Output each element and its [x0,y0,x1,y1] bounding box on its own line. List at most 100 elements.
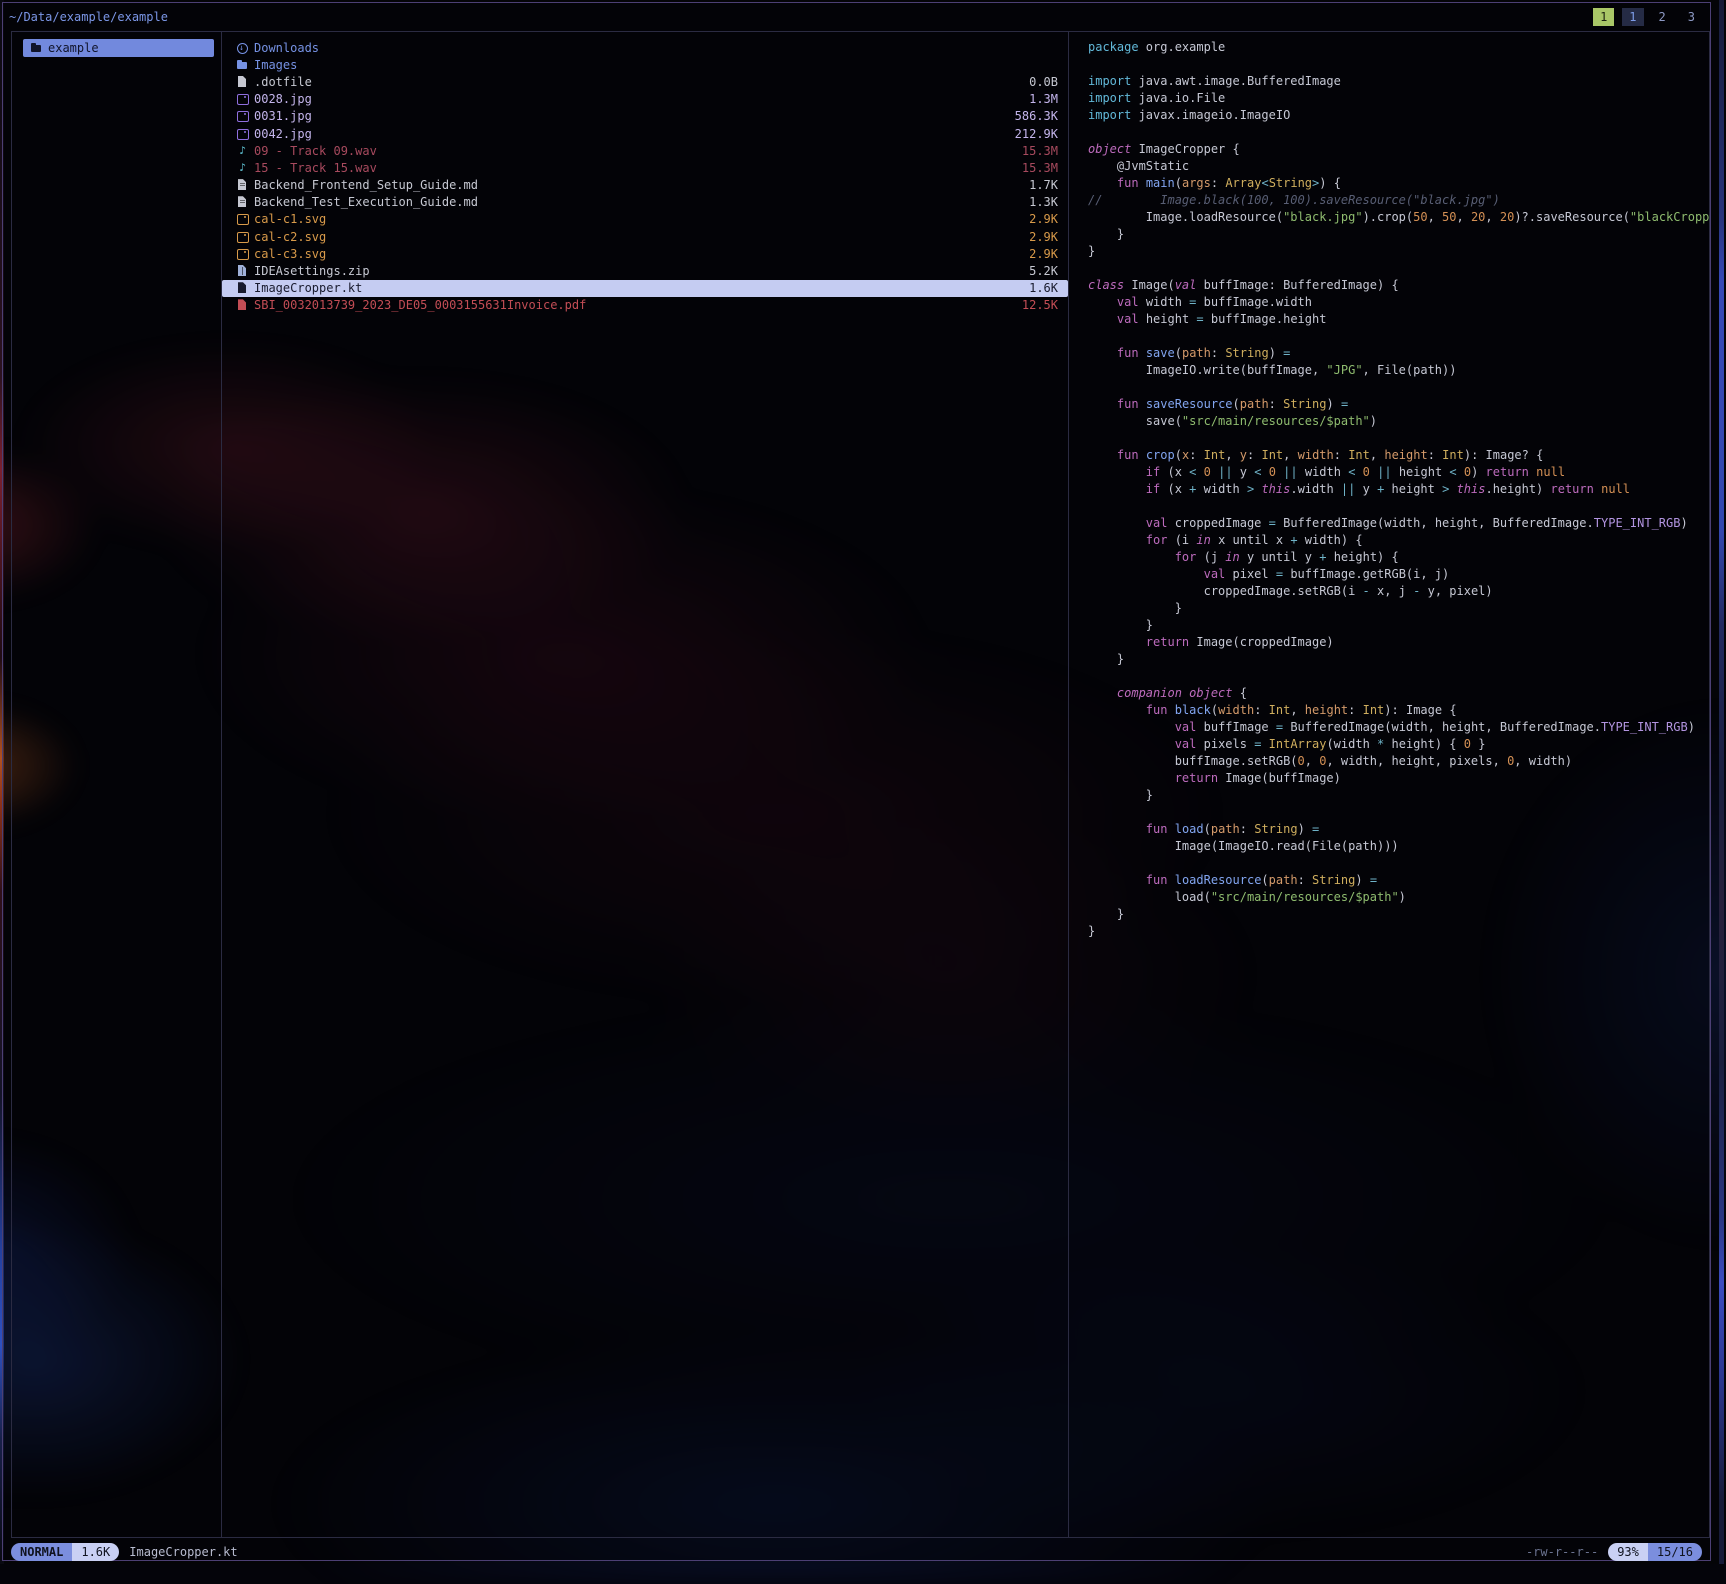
code-line: import java.awt.image.BufferedImage [1069,73,1710,90]
parent-directory-pane: example [13,39,220,57]
markdown-icon [236,196,249,208]
file-name: ImageCropper.kt [254,281,362,295]
file-name: 15 - Track 15.wav [254,161,377,175]
mode-badge: NORMAL [11,1543,72,1561]
code-line: fun load(path: String) = [1069,821,1710,838]
code-line: val width = buffImage.width [1069,294,1710,311]
file-size: 2.9K [1019,247,1058,261]
file-size: 212.9K [1005,127,1058,141]
code-line: return Image(buffImage) [1069,770,1710,787]
code-line: val croppedImage = BufferedImage(width, … [1069,515,1710,532]
status-filename: ImageCropper.kt [129,1545,237,1559]
terminal-window: ~/Data/example/example 1 123 example Dow… [2,2,1711,1561]
file-name: Images [254,58,297,72]
file-row-0028.jpg[interactable]: 0028.jpg1.3M [222,91,1068,108]
code-line: } [1069,226,1710,243]
image-icon [236,93,249,105]
tab-3[interactable]: 3 [1681,8,1702,26]
file-row-cal-c3.svg[interactable]: cal-c3.svg2.9K [222,245,1068,262]
code-line [1069,379,1710,396]
code-line: fun saveResource(path: String) = [1069,396,1710,413]
file-row-Images[interactable]: Images [222,56,1068,73]
code-line: import java.io.File [1069,90,1710,107]
file-size: 586.3K [1005,109,1058,123]
code-line: load("src/main/resources/$path") [1069,889,1710,906]
audio-icon [236,162,249,174]
code-line [1069,124,1710,141]
code-line: fun loadResource(path: String) = [1069,872,1710,889]
code-line: Image(ImageIO.read(File(path))) [1069,838,1710,855]
folder-icon [30,42,43,54]
code-line: fun main(args: Array<String>) { [1069,175,1710,192]
file-size: 2.9K [1019,212,1058,226]
file-row-0031.jpg[interactable]: 0031.jpg 586.3K [222,108,1068,125]
file-row-ImageCropper.kt[interactable]: ImageCropper.kt1.6K [222,280,1068,297]
code-line [1069,804,1710,821]
tasks-count-badge: 1 [1593,8,1614,26]
file-row-0042.jpg[interactable]: 0042.jpg212.9K [222,125,1068,142]
file-icon [236,76,249,88]
file-size: 1.3K [1019,195,1058,209]
window-scroll-glow [1719,0,1724,1564]
file-size: 15.3M [1012,161,1058,175]
file-name: Backend_Frontend_Setup_Guide.md [254,178,478,192]
code-line: package org.example [1069,39,1710,56]
file-size: 1.7K [1019,178,1058,192]
code-line: } [1069,651,1710,668]
audio-icon [236,145,249,157]
code-line: fun crop(x: Int, y: Int, width: Int, hei… [1069,447,1710,464]
file-size: 12.5K [1012,298,1058,312]
code-line: fun save(path: String) = [1069,345,1710,362]
header-bar: ~/Data/example/example 1 123 [9,7,1704,27]
file-row-IDEAsettings.zip[interactable]: IDEAsettings.zip5.2K [222,262,1068,279]
file-size: 1.3M [1019,92,1058,106]
code-line: } [1069,600,1710,617]
code-line [1069,498,1710,515]
tab-2[interactable]: 2 [1652,8,1673,26]
code-line [1069,430,1710,447]
file-size-badge: 1.6K [72,1543,119,1561]
file-row-09 - Track 09.wav[interactable]: 09 - Track 09.wav15.3M [222,142,1068,159]
image-icon [236,231,249,243]
code-line: val height = buffImage.height [1069,311,1710,328]
permissions-text: -rw-r--r-- [1526,1545,1598,1559]
file-size: 2.9K [1019,230,1058,244]
file-row-Backend_Test_Execution_Guide.md[interactable]: Backend_Test_Execution_Guide.md 1.3K [222,194,1068,211]
code-line: if (x < 0 || y < 0 || width < 0 || heigh… [1069,464,1710,481]
file-name: 0031.jpg [254,109,312,123]
parent-item-label: example [48,41,99,55]
code-line: object ImageCropper { [1069,141,1710,158]
tab-1[interactable]: 1 [1622,8,1643,26]
code-line: companion object { [1069,685,1710,702]
file-size: 5.2K [1019,264,1058,278]
code-line: val pixels = IntArray(width * height) { … [1069,736,1710,753]
image-icon [236,213,249,225]
file-row-Downloads[interactable]: Downloads [222,39,1068,56]
file-row-.dotfile[interactable]: .dotfile0.0B [222,73,1068,90]
tab-bar: 1 123 [1593,8,1704,26]
file-list-pane: DownloadsImages.dotfile0.0B0028.jpg1.3M0… [222,39,1068,314]
file-name: SBI_0032013739_2023_DE05_0003155631Invoi… [254,298,586,312]
zip-icon [236,265,249,277]
breadcrumb-path: ~/Data/example/example [9,10,168,24]
file-row-15 - Track 15.wav[interactable]: 15 - Track 15.wav 15.3M [222,159,1068,176]
code-line [1069,668,1710,685]
code-line: val pixel = buffImage.getRGB(i, j) [1069,566,1710,583]
code-line: ImageIO.write(buffImage, "JPG", File(pat… [1069,362,1710,379]
code-line [1069,328,1710,345]
markdown-icon [236,179,249,191]
code-line: return Image(croppedImage) [1069,634,1710,651]
parent-item-example[interactable]: example [23,39,214,57]
pdf-icon [236,299,249,311]
file-name: Backend_Test_Execution_Guide.md [254,195,478,209]
image-icon [236,110,249,122]
code-line [1069,260,1710,277]
file-row-Backend_Frontend_Setup_Guide.md[interactable]: Backend_Frontend_Setup_Guide.md 1.7K [222,177,1068,194]
file-row-cal-c2.svg[interactable]: cal-c2.svg2.9K [222,228,1068,245]
code-line: buffImage.setRGB(0, 0, width, height, pi… [1069,753,1710,770]
file-size: 0.0B [1019,75,1058,89]
download-icon [236,42,249,54]
file-row-SBI_0032013739_2023_DE05_0003155631Invoice.pdf[interactable]: SBI_0032013739_2023_DE05_0003155631Invoi… [222,297,1068,314]
code-line: } [1069,787,1710,804]
file-row-cal-c1.svg[interactable]: cal-c1.svg2.9K [222,211,1068,228]
